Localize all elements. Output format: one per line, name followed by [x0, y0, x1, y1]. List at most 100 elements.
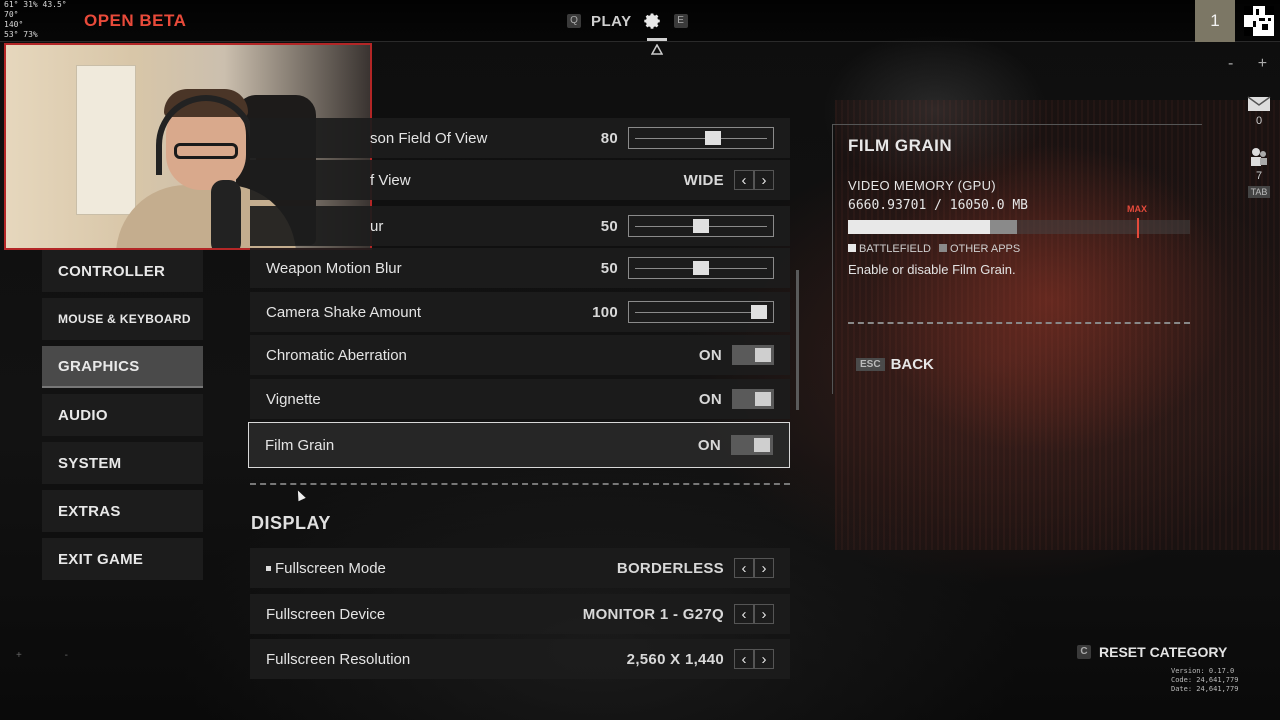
version-info: Version: 0.17.0 Code: 24,641,779 Date: 2… — [1171, 667, 1238, 694]
setting-row-first-person-fov[interactable]: son Field Of View 80 — [250, 118, 790, 158]
active-tab-underline — [647, 38, 667, 41]
chevron-right-icon[interactable]: › — [754, 604, 774, 624]
motion-blur-slider[interactable] — [628, 215, 774, 237]
reset-category-button[interactable]: C RESET CATEGORY — [1077, 644, 1227, 660]
nav-exit-game[interactable]: EXIT GAME — [42, 538, 203, 580]
setting-label: Fullscreen Device — [266, 605, 386, 623]
qr-code-icon[interactable] — [1244, 6, 1274, 36]
panel-frame — [832, 124, 1202, 125]
setting-row-weapon-motion-blur[interactable]: Weapon Motion Blur 50 — [250, 248, 790, 288]
mail-icon[interactable] — [1242, 96, 1276, 115]
film-grain-toggle[interactable] — [731, 435, 773, 455]
slider-thumb[interactable] — [704, 131, 721, 145]
top-navigation: Q PLAY E — [567, 10, 688, 32]
triangle-indicator-icon — [651, 44, 663, 55]
vram-other-fill — [989, 220, 1018, 234]
friends-count: 7 — [1255, 170, 1263, 182]
social-side-panel: 0 7 TAB — [1242, 96, 1276, 198]
nav-controller[interactable]: CONTROLLER — [42, 250, 203, 292]
chevron-right-icon[interactable]: › — [754, 558, 774, 578]
top-bar: 61° 31% 43.5° 70° 140° 53° 73% OPEN BETA… — [0, 0, 1280, 42]
setting-label: Fullscreen Resolution — [266, 650, 411, 668]
reset-category-label: RESET CATEGORY — [1099, 644, 1228, 660]
option-arrows: ‹ › — [734, 604, 774, 624]
chevron-left-icon[interactable]: ‹ — [734, 649, 754, 669]
vram-max-label: MAX — [1127, 204, 1147, 214]
setting-label: Fullscreen Mode — [266, 560, 617, 577]
gear-icon[interactable] — [642, 10, 664, 32]
weapon-motion-blur-slider[interactable] — [628, 257, 774, 279]
vram-battlefield-fill — [848, 220, 990, 234]
tab-key-hint: TAB — [1247, 186, 1271, 198]
decorative-marks: + - — [16, 650, 88, 661]
setting-value: ON — [697, 436, 721, 454]
setting-info-panel: FILM GRAIN VIDEO MEMORY (GPU) 6660.93701… — [832, 124, 1202, 394]
setting-label: Film Grain — [265, 436, 335, 454]
slider-thumb[interactable] — [693, 261, 709, 275]
setting-value: 50 — [600, 217, 618, 235]
setting-label: f View — [370, 171, 411, 189]
chevron-left-icon[interactable]: ‹ — [734, 604, 754, 624]
option-arrows: ‹ › — [734, 558, 774, 578]
mail-count: 0 — [1255, 115, 1263, 127]
camera-shake-slider[interactable] — [628, 301, 774, 323]
version-line: Version: 0.17.0 — [1171, 667, 1235, 675]
section-divider — [250, 483, 790, 485]
nav-mouse-keyboard[interactable]: MOUSE & KEYBOARD — [42, 298, 203, 340]
setting-row-vehicle-fov[interactable]: f View WIDE ‹ › — [250, 160, 790, 200]
hud-line: 61° 31% 43.5° — [4, 0, 67, 9]
vram-legend: BATTLEFIELD OTHER APPS — [848, 243, 1020, 255]
setting-row-camera-shake[interactable]: Camera Shake Amount 100 — [250, 292, 790, 332]
vram-title: VIDEO MEMORY (GPU) — [848, 178, 996, 193]
setting-row-film-grain[interactable]: Film Grain ON — [248, 422, 790, 468]
setting-value: MONITOR 1 - G27Q — [582, 605, 724, 623]
legend-battlefield: BATTLEFIELD — [848, 243, 931, 255]
settings-scrollbar[interactable] — [796, 270, 799, 410]
webcam-door — [76, 65, 136, 215]
slider-thumb[interactable] — [693, 219, 709, 233]
play-tab[interactable]: PLAY — [591, 13, 632, 30]
legend-other: OTHER APPS — [938, 243, 1020, 255]
setting-value: 100 — [592, 303, 618, 321]
setting-row-fullscreen-device[interactable]: Fullscreen Device MONITOR 1 - G27Q ‹ › — [250, 594, 790, 634]
hud-line: 53° 73% — [4, 30, 38, 39]
display-section-title: DISPLAY — [251, 513, 331, 533]
setting-row-chromatic-aberration[interactable]: Chromatic Aberration ON — [250, 335, 790, 375]
option-arrows: ‹ › — [734, 649, 774, 669]
option-arrows: ‹ › — [734, 170, 774, 190]
nav-audio[interactable]: AUDIO — [42, 394, 203, 436]
nav-graphics[interactable]: GRAPHICS — [42, 346, 203, 388]
chevron-right-icon[interactable]: › — [754, 170, 774, 190]
nav-extras[interactable]: EXTRAS — [42, 490, 203, 532]
back-button[interactable]: ESC BACK — [856, 356, 934, 373]
vram-max-marker — [1137, 218, 1139, 238]
setting-description: Enable or disable Film Grain. — [848, 262, 1016, 277]
player-level-badge[interactable]: 1 — [1195, 0, 1235, 42]
back-label: BACK — [890, 356, 934, 373]
vignette-toggle[interactable] — [732, 389, 774, 409]
setting-value: ON — [698, 390, 722, 408]
friends-icon[interactable] — [1242, 147, 1276, 170]
setting-row-fullscreen-mode[interactable]: Fullscreen Mode BORDERLESS ‹ › — [250, 548, 790, 588]
panel-frame — [832, 124, 833, 394]
window-controls[interactable]: - + — [1228, 55, 1277, 73]
vram-value: 6660.93701 / 16050.0 MB — [848, 198, 1029, 213]
fov-slider[interactable] — [628, 127, 774, 149]
c-key-hint: C — [1077, 645, 1091, 659]
chevron-left-icon[interactable]: ‹ — [734, 558, 754, 578]
setting-row-motion-blur[interactable]: ur 50 — [250, 206, 790, 246]
focus-bullet-icon — [266, 565, 271, 571]
setting-row-vignette[interactable]: Vignette ON — [250, 379, 790, 419]
setting-label: son Field Of View — [370, 129, 488, 147]
setting-label: ur — [370, 217, 384, 235]
slider-thumb[interactable] — [751, 305, 767, 319]
chevron-right-icon[interactable]: › — [754, 649, 774, 669]
chromatic-aberration-toggle[interactable] — [732, 345, 774, 365]
setting-value: BORDERLESS — [616, 559, 724, 577]
nav-system[interactable]: SYSTEM — [42, 442, 203, 484]
setting-value: ON — [698, 346, 722, 364]
setting-row-fullscreen-resolution[interactable]: Fullscreen Resolution 2,560 X 1,440 ‹ › — [250, 639, 790, 679]
settings-category-nav: CONTROLLER MOUSE & KEYBOARD GRAPHICS AUD… — [42, 250, 203, 586]
chevron-left-icon[interactable]: ‹ — [734, 170, 754, 190]
microphone-icon — [211, 180, 241, 248]
